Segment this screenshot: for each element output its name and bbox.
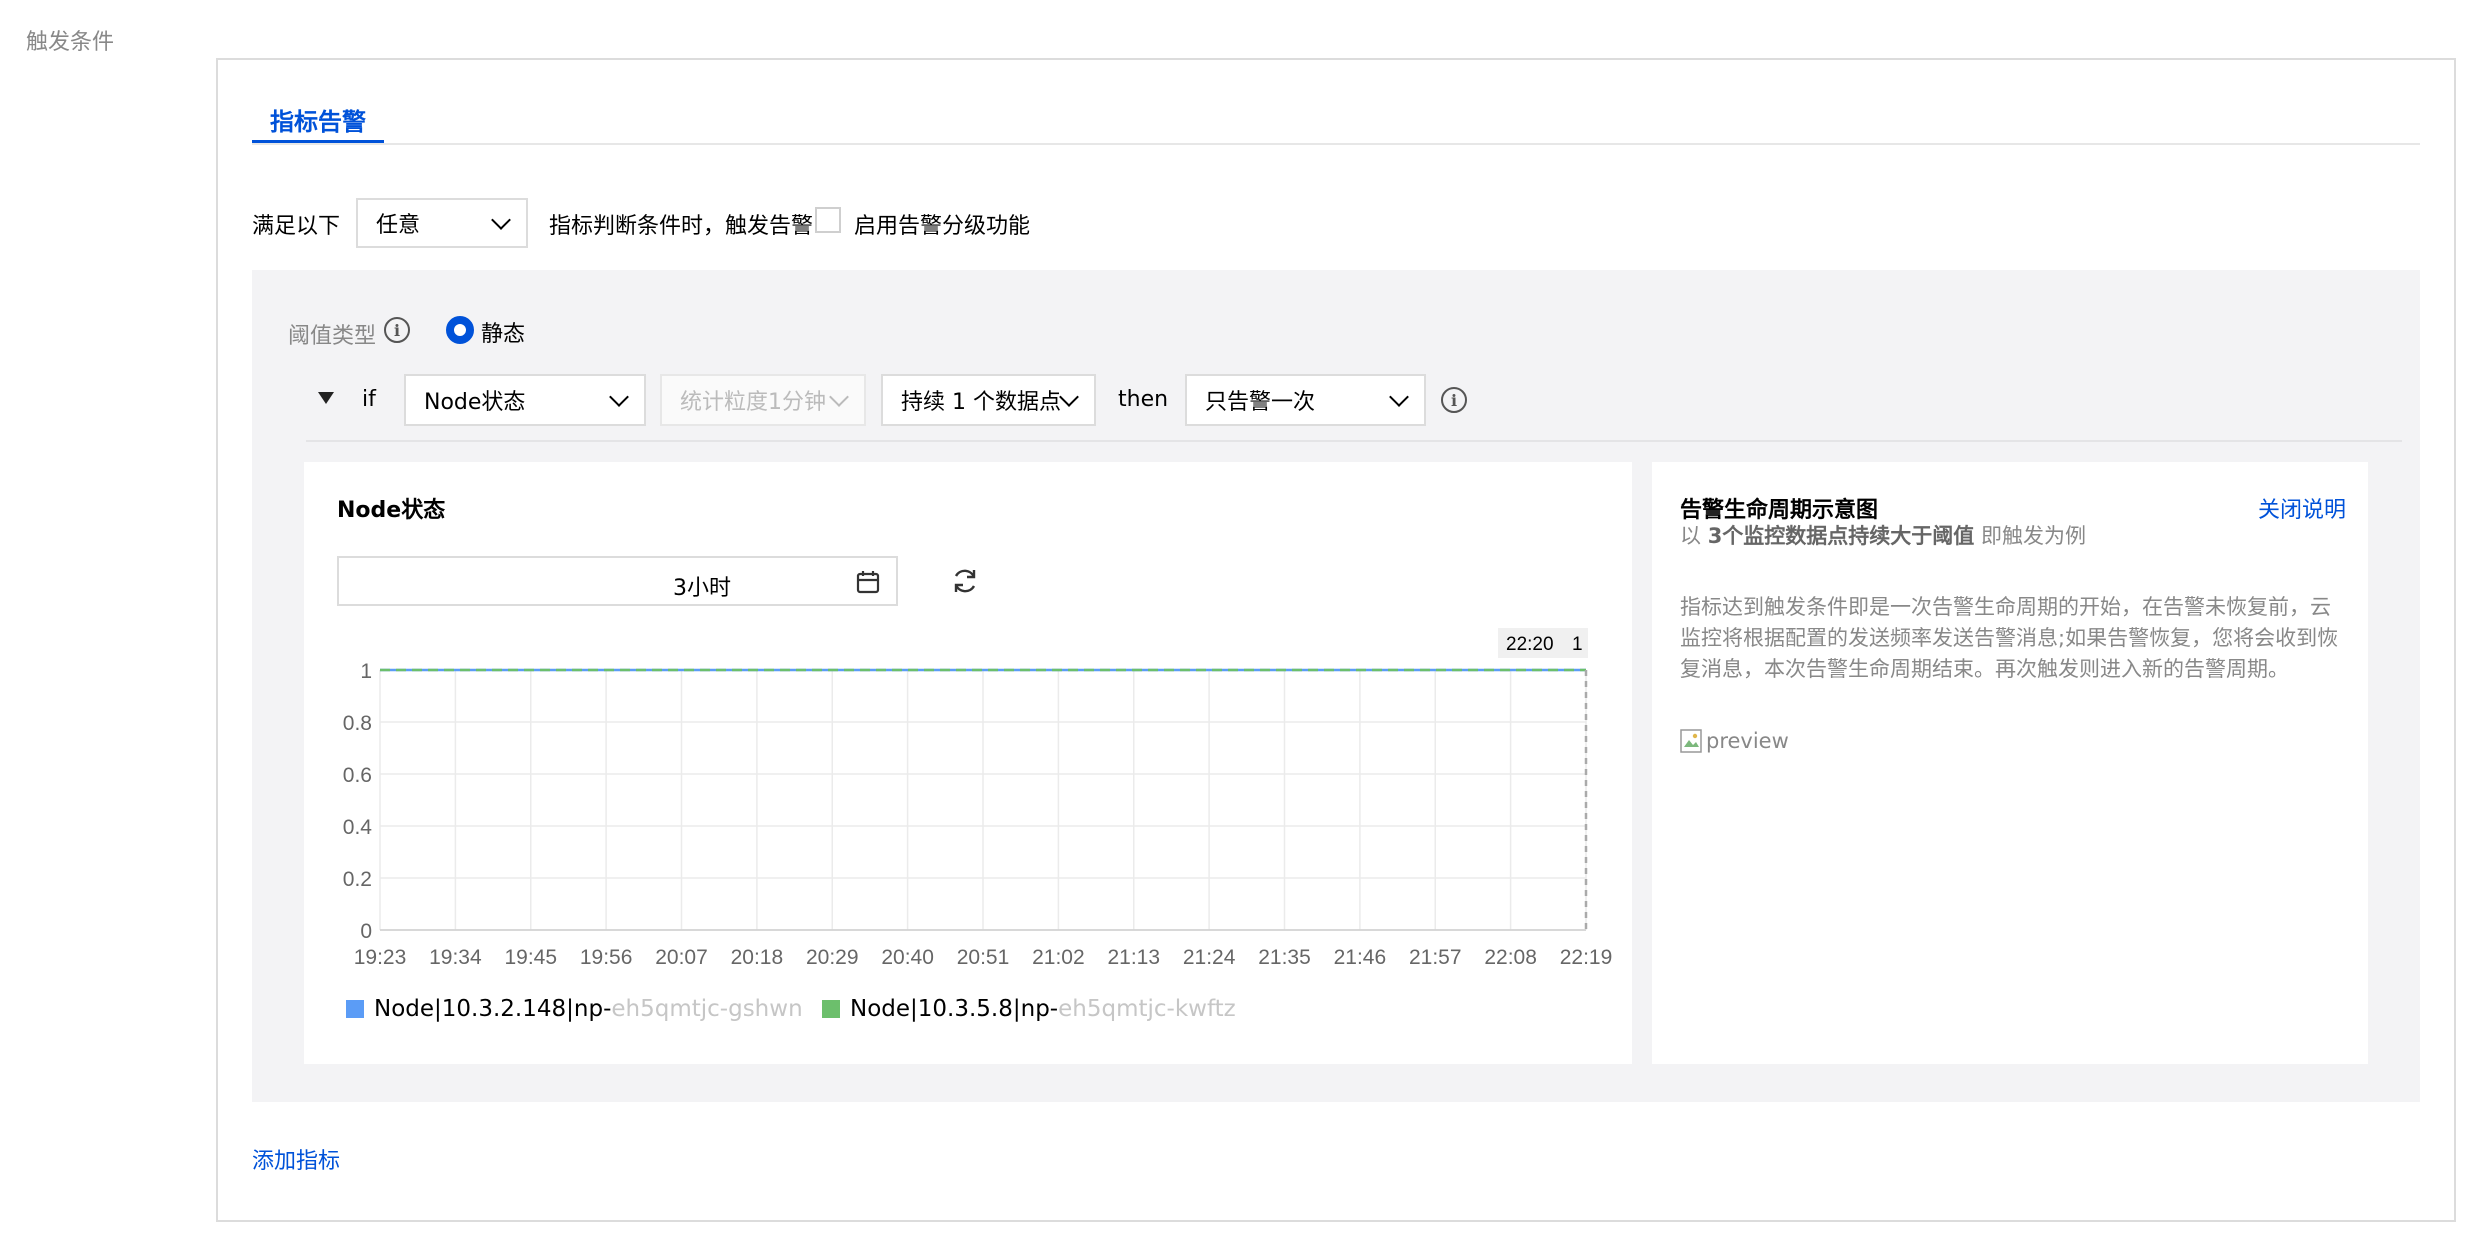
y-tick-label: 0.2 bbox=[343, 868, 372, 891]
subtitle-post: 即触发为例 bbox=[1981, 524, 2086, 548]
condition-prefix: 满足以下 bbox=[252, 214, 341, 239]
add-metric-link[interactable]: 添加指标 bbox=[252, 1143, 340, 1175]
duration-select[interactable]: 持续 1 个数据点 bbox=[881, 374, 1096, 426]
x-tick-label: 20:07 bbox=[655, 946, 708, 969]
x-tick-label: 21:46 bbox=[1334, 946, 1387, 969]
match-select[interactable]: 任意 bbox=[356, 198, 528, 248]
refresh-icon[interactable] bbox=[950, 566, 980, 596]
time-range-value: 3小时 bbox=[673, 576, 731, 601]
threshold-type-label: 阈值类型 bbox=[288, 324, 377, 349]
close-explanation-link[interactable]: 关闭说明 bbox=[2258, 492, 2346, 524]
legend-swatch bbox=[346, 1000, 364, 1018]
duration-select-value: 持续 1 个数据点 bbox=[901, 390, 1061, 415]
lifecycle-title: 告警生命周期示意图 bbox=[1680, 498, 1879, 523]
collapse-triangle-icon[interactable] bbox=[318, 392, 334, 404]
x-tick-label: 21:02 bbox=[1032, 946, 1085, 969]
lifecycle-description: 指标达到触发条件即是一次告警生命周期的开始，在告警未恢复前，云监控将根据配置的发… bbox=[1680, 595, 2339, 681]
preview-alt-text: preview bbox=[1706, 729, 1789, 753]
tab-divider bbox=[252, 143, 2420, 145]
metric-select[interactable]: Node状态 bbox=[404, 374, 646, 426]
if-label: if bbox=[362, 387, 376, 412]
time-range-picker[interactable]: 3小时 bbox=[337, 556, 898, 606]
metric-select-value: Node状态 bbox=[424, 390, 526, 415]
legend-swatch bbox=[822, 1000, 840, 1018]
tab-metric-alert[interactable]: 指标告警 bbox=[252, 102, 384, 144]
subtitle-pre: 以 bbox=[1680, 524, 1701, 548]
match-select-value: 任意 bbox=[376, 213, 421, 238]
x-tick-label: 20:51 bbox=[957, 946, 1010, 969]
legend-label-blurred: eh5qmtjc-gshwn bbox=[611, 996, 803, 1022]
lifecycle-subtitle: 以 3个监控数据点持续大于阈值 即触发为例 bbox=[1680, 521, 2086, 552]
x-tick-label: 21:35 bbox=[1258, 946, 1311, 969]
x-tick-label: 22:19 bbox=[1560, 946, 1613, 969]
x-tick-label: 21:24 bbox=[1183, 946, 1236, 969]
tiered-alert-checkbox[interactable] bbox=[815, 207, 841, 233]
legend-label: Node|10.3.2.148|np- bbox=[374, 996, 612, 1022]
x-tick-label: 20:40 bbox=[881, 946, 934, 969]
x-tick-label: 19:34 bbox=[429, 946, 482, 969]
rule-divider bbox=[306, 440, 2402, 442]
broken-image-icon bbox=[1680, 728, 1702, 753]
x-tick-label: 20:18 bbox=[731, 946, 784, 969]
static-radio[interactable] bbox=[446, 316, 474, 344]
legend-item-1[interactable]: Node|10.3.2.148|np- eh5qmtjc-gshwn bbox=[346, 996, 803, 1022]
then-label: then bbox=[1118, 387, 1169, 412]
tiered-alert-label: 启用告警分级功能 bbox=[854, 214, 1031, 239]
subtitle-bold: 3个监控数据点持续大于阈值 bbox=[1707, 524, 1975, 548]
alert-frequency-select[interactable]: 只告警一次 bbox=[1185, 374, 1426, 426]
x-tick-label: 22:08 bbox=[1484, 946, 1537, 969]
calendar-icon bbox=[856, 571, 880, 594]
y-tick-label: 0.6 bbox=[343, 764, 372, 787]
x-tick-label: 19:23 bbox=[354, 946, 407, 969]
section-label: 触发条件 bbox=[26, 30, 115, 55]
x-tick-label: 21:13 bbox=[1107, 946, 1160, 969]
preview-image: preview bbox=[1680, 726, 1789, 757]
chart-card-title: Node状态 bbox=[337, 498, 446, 523]
chevron-down-icon bbox=[491, 210, 511, 230]
x-tick-label: 19:45 bbox=[504, 946, 557, 969]
condition-suffix: 指标判断条件时，触发告警 bbox=[549, 214, 814, 239]
legend-label-blurred: eh5qmtjc-kwftz bbox=[1058, 996, 1236, 1022]
chevron-down-icon bbox=[1059, 387, 1079, 407]
chevron-down-icon bbox=[609, 387, 629, 407]
lifecycle-card bbox=[1652, 462, 2368, 1064]
node-status-chart: 0 0.2 0.4 0.6 0.8 1 19:23 19:34 19:45 19:56 20:07 2… bbox=[343, 628, 1613, 969]
info-icon[interactable]: i bbox=[384, 317, 410, 343]
granularity-select-value: 统计粒度1分钟 bbox=[680, 390, 826, 415]
chevron-down-icon bbox=[1389, 387, 1409, 407]
x-tick-label: 20:29 bbox=[806, 946, 859, 969]
alert-frequency-select-value: 只告警一次 bbox=[1205, 390, 1316, 415]
x-tick-label: 21:57 bbox=[1409, 946, 1462, 969]
granularity-select: 统计粒度1分钟 bbox=[660, 374, 866, 426]
tooltip-time: 22:20 bbox=[1506, 634, 1554, 655]
tooltip-value: 1 bbox=[1572, 634, 1583, 655]
y-tick-label: 0.4 bbox=[343, 816, 373, 839]
x-tick-label: 19:56 bbox=[580, 946, 633, 969]
static-radio-label: 静态 bbox=[481, 322, 526, 347]
info-icon[interactable]: i bbox=[1441, 387, 1467, 413]
y-tick-label: 0 bbox=[360, 920, 372, 943]
chevron-down-icon bbox=[829, 387, 849, 407]
y-tick-label: 1 bbox=[360, 660, 372, 683]
legend-label: Node|10.3.5.8|np- bbox=[850, 996, 1059, 1022]
y-tick-label: 0.8 bbox=[343, 712, 372, 735]
legend-item-2[interactable]: Node|10.3.5.8|np- eh5qmtjc-kwftz bbox=[822, 996, 1236, 1022]
